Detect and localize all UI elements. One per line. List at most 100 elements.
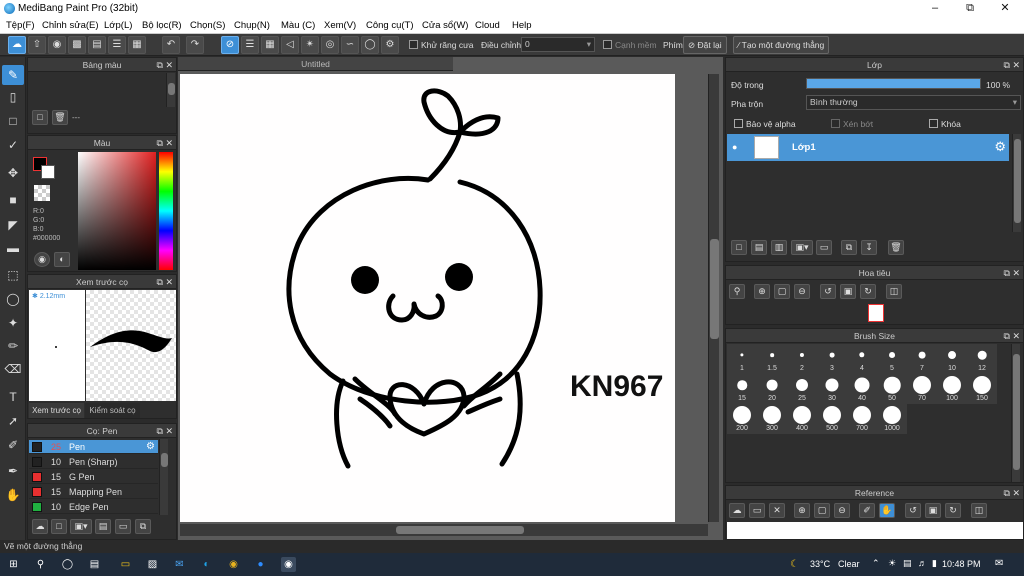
- fill-rect-icon[interactable]: ■: [2, 190, 24, 210]
- layer-folder-icon[interactable]: ▭: [816, 240, 832, 255]
- saturation-value-picker[interactable]: [78, 152, 156, 270]
- nav-rotate-left-icon[interactable]: ↺: [820, 284, 836, 299]
- layer-new-icon[interactable]: □: [731, 240, 747, 255]
- layer-settings-icon[interactable]: ⚙: [994, 139, 1006, 155]
- store-icon[interactable]: ▨: [145, 557, 160, 572]
- menu-help[interactable]: Help: [512, 20, 532, 31]
- select-eraser-icon[interactable]: ⌫: [2, 359, 24, 379]
- zoom-icon[interactable]: ●: [253, 557, 268, 572]
- protect-alpha-checkbox[interactable]: [734, 119, 743, 128]
- comic-icon[interactable]: ▩: [68, 36, 86, 54]
- soft-edge-checkbox[interactable]: [603, 40, 612, 49]
- ref-zoom-out-icon[interactable]: ⊖: [834, 503, 850, 518]
- opacity-slider[interactable]: [806, 78, 981, 89]
- pen-line-icon[interactable]: ✒: [2, 461, 24, 481]
- operation-tool-icon[interactable]: ➚: [2, 411, 24, 431]
- brush-size-cell[interactable]: 1.5: [757, 344, 787, 374]
- brush-size-cell[interactable]: 2: [787, 344, 817, 374]
- tray-app-icon[interactable]: ☀: [888, 558, 896, 569]
- brush-settings-icon[interactable]: ⚙: [146, 440, 155, 454]
- clock-time[interactable]: 10:48 PM: [942, 559, 981, 569]
- ref-zoom-in-icon[interactable]: ⊕: [794, 503, 810, 518]
- list-icon[interactable]: ☰: [108, 36, 126, 54]
- transparent-swatch[interactable]: [34, 185, 50, 201]
- nav-fit-icon[interactable]: ▢: [774, 284, 790, 299]
- snap-settings-icon[interactable]: ⚙: [381, 36, 399, 54]
- medibang-taskbar-icon[interactable]: ◉: [281, 557, 296, 572]
- layer-new-8bit-icon[interactable]: ▤: [751, 240, 767, 255]
- maximize-icon[interactable]: ⧉: [955, 1, 985, 16]
- curve-snap-icon[interactable]: ∽: [341, 36, 359, 54]
- brush-size-cell[interactable]: 3: [817, 344, 847, 374]
- background-swatch[interactable]: [41, 165, 55, 179]
- grid-icon[interactable]: ▦: [128, 36, 146, 54]
- close-icon[interactable]: ✕: [990, 1, 1020, 16]
- divide-tool-icon[interactable]: ✓: [2, 135, 24, 155]
- ref-reset-icon[interactable]: ▣: [925, 503, 941, 518]
- nav-reset-icon[interactable]: ▣: [840, 284, 856, 299]
- antialias-checkbox[interactable]: [409, 40, 418, 49]
- layer-scrollbar[interactable]: [1012, 134, 1021, 232]
- brush-size-cell[interactable]: 1000: [877, 404, 907, 434]
- reset-button[interactable]: ⊘ Đặt lại: [683, 36, 727, 54]
- network-icon[interactable]: ▤: [903, 558, 912, 569]
- brush-size-cell[interactable]: 25: [787, 374, 817, 404]
- select-rect-icon[interactable]: ⬚: [2, 265, 24, 285]
- brush-item[interactable]: 25 Pen ⚙: [29, 440, 158, 454]
- magic-wand-icon[interactable]: ✦: [2, 313, 24, 333]
- comment-icon[interactable]: ◉: [48, 36, 66, 54]
- brush-item[interactable]: 10 Edge Pen: [29, 500, 158, 514]
- undo-icon[interactable]: ↶: [162, 36, 180, 54]
- palette-scrollbar[interactable]: [166, 73, 175, 107]
- nav-zoom-in-icon[interactable]: ⊕: [754, 284, 770, 299]
- radial-snap-icon[interactable]: ✴: [301, 36, 319, 54]
- brush-size-cell[interactable]: 15: [727, 374, 757, 404]
- tray-chevron-icon[interactable]: ⌃: [872, 558, 880, 569]
- menu-color[interactable]: Màu (C): [281, 20, 315, 31]
- layer-visibility-icon[interactable]: ●: [732, 142, 737, 152]
- ref-rotate-left-icon[interactable]: ↺: [905, 503, 921, 518]
- select-pen-icon[interactable]: ✏: [2, 336, 24, 356]
- navigator-thumbnail[interactable]: [868, 304, 884, 322]
- mail-icon[interactable]: ✉: [172, 557, 187, 572]
- ref-fit-icon[interactable]: ▢: [814, 503, 830, 518]
- widgets-icon[interactable]: ▤: [87, 557, 102, 572]
- text-tool-icon[interactable]: T: [2, 387, 24, 407]
- brush-item[interactable]: 10 Pen (Sharp): [29, 455, 158, 469]
- menu-file[interactable]: Tệp(F): [6, 20, 35, 31]
- nav-zoom-out-icon[interactable]: ⊖: [794, 284, 810, 299]
- minimize-icon[interactable]: –: [920, 1, 950, 16]
- brush-size-cell[interactable]: 4: [847, 344, 877, 374]
- color-mode-icon[interactable]: ◐: [54, 252, 70, 267]
- menu-edit[interactable]: Chỉnh sửa(E): [42, 20, 99, 31]
- page-icon[interactable]: ▤: [88, 36, 106, 54]
- ref-rotate-right-icon[interactable]: ↻: [945, 503, 961, 518]
- clip-checkbox[interactable]: [831, 119, 840, 128]
- brush-size-cell[interactable]: 200: [727, 404, 757, 434]
- brush-size-cell[interactable]: 30: [817, 374, 847, 404]
- menu-filter[interactable]: Bộ lọc(R): [142, 20, 182, 31]
- cloud-icon[interactable]: ☁: [8, 36, 26, 54]
- menu-cloud[interactable]: Cloud: [475, 20, 500, 31]
- windows-start-icon[interactable]: ⊞: [6, 557, 21, 572]
- move-tool-icon[interactable]: ✥: [2, 163, 24, 183]
- brush-item[interactable]: 15 G Pen: [29, 470, 158, 484]
- menu-view[interactable]: Xem(V): [324, 20, 356, 31]
- file-explorer-icon[interactable]: ▭: [118, 557, 133, 572]
- cross-snap-icon[interactable]: ▦: [261, 36, 279, 54]
- brush-size-cell[interactable]: 150: [967, 374, 997, 404]
- menu-window[interactable]: Cửa sổ(W): [422, 20, 468, 31]
- blend-select[interactable]: Bình thường ▾: [806, 95, 1021, 110]
- brush-size-cell[interactable]: 50: [877, 374, 907, 404]
- brush-copy-icon[interactable]: ⧉: [135, 519, 151, 534]
- tab-brush-control[interactable]: Kiểm soát cọ: [85, 403, 140, 418]
- chrome-icon[interactable]: ◉: [226, 557, 241, 572]
- layer-duplicate-icon[interactable]: ⧉: [841, 240, 857, 255]
- brush-size-scrollbar[interactable]: [1011, 344, 1020, 482]
- layer-add-menu-icon[interactable]: ▣▾: [791, 240, 813, 255]
- brush-size-cell[interactable]: 400: [787, 404, 817, 434]
- brush-size-cell[interactable]: 7: [907, 344, 937, 374]
- layer-merge-icon[interactable]: ↧: [861, 240, 877, 255]
- layer-row[interactable]: ● Lớp1 ⚙: [727, 134, 1009, 161]
- correction-select[interactable]: 0 ▾: [521, 37, 595, 52]
